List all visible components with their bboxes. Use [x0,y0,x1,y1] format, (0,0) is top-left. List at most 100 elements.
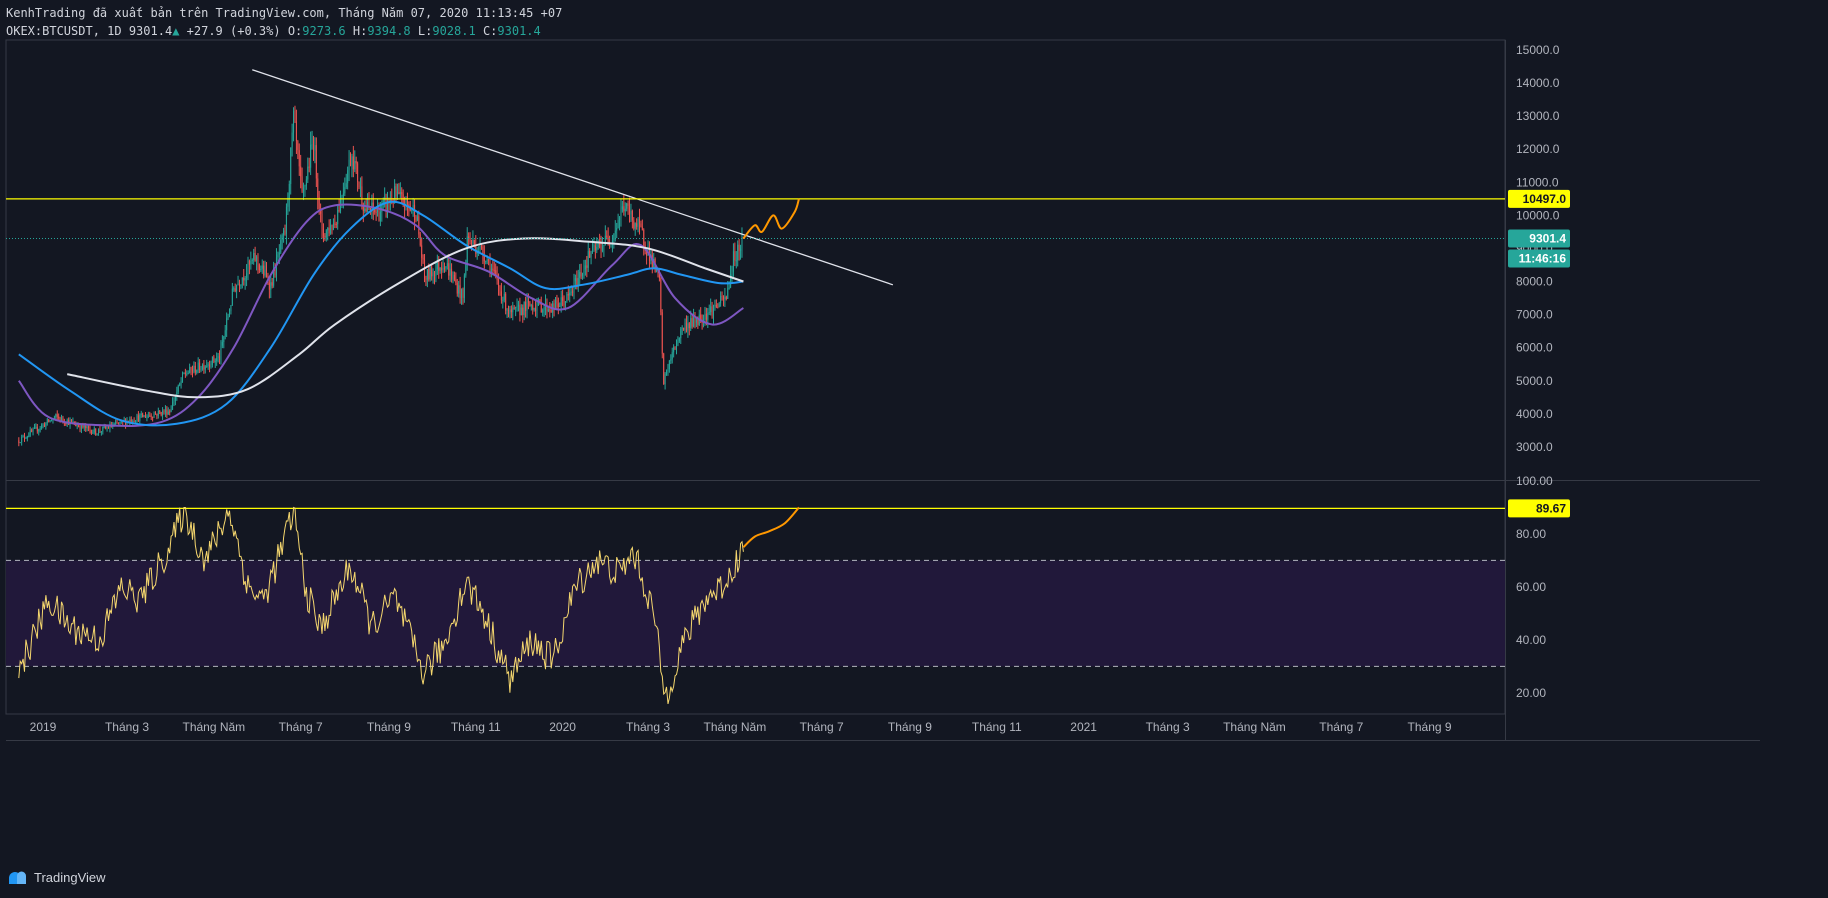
candle-body [301,176,303,192]
candle-body [570,291,572,293]
candle-body [718,303,720,308]
time-tick-label: Tháng Năm [1223,720,1286,734]
candle-body [406,196,408,205]
candle-body [508,309,510,314]
candle-body [395,186,397,196]
candle-body [228,311,230,317]
candle-body [582,273,584,277]
candle-body [291,132,293,148]
candle-body [180,381,182,384]
candle-body [677,341,679,346]
candle-body [119,421,121,424]
candle-body [149,415,151,417]
candle-body [613,233,615,241]
candle-body [399,192,401,195]
candle-body [619,218,621,220]
candle-body [426,268,428,280]
candle-body [375,212,377,214]
candle-body [418,216,420,235]
candle-body [129,419,131,422]
candle-body [492,268,494,271]
candle-body [351,156,353,166]
candle-body [542,309,544,313]
candle-body [600,245,602,252]
candle-body [448,263,450,276]
candle-body [505,293,507,311]
candle-body [364,208,366,212]
candle-body [334,223,336,225]
candle-body [179,383,181,386]
candle-body [300,166,302,177]
price-axis[interactable]: 3000.04000.05000.06000.07000.08000.09000… [1516,43,1560,700]
candle-body [29,430,31,436]
candle-body [137,415,139,421]
candle-body [277,254,279,258]
price-tick-label: 10000.0 [1516,208,1560,222]
chart-canvas[interactable]: 3000.04000.05000.06000.07000.08000.09000… [0,0,1828,898]
candle-body [294,110,296,122]
candles [18,105,744,447]
rsi-tick-label: 100.00 [1516,474,1553,488]
candle-body [369,208,371,210]
candle-body [182,373,184,382]
time-tick-label: Tháng 9 [1408,720,1452,734]
candle-body [626,203,628,209]
candle-body [227,316,229,319]
candle-body [53,417,55,419]
candle-body [451,268,453,280]
candle-body [167,411,169,415]
candle-body [92,432,94,434]
candle-body [260,268,262,271]
candle-body [33,427,35,429]
candle-body [525,301,527,311]
candle-body [463,275,465,298]
candle-body [43,424,45,427]
candle-body [708,312,710,314]
candle-body [226,318,228,331]
candle-body [102,426,104,432]
candle-body [133,421,135,423]
candle-body [35,426,37,428]
tradingview-logo[interactable]: TradingView [8,870,106,885]
candle-body [196,370,198,373]
candle-body [606,235,608,238]
time-axis[interactable]: 2019 Tháng 3 Tháng Năm Tháng 7 Tháng 9 Tháng … [30,720,1452,734]
candle-body [314,145,316,151]
time-tick-label: Tháng 7 [1319,720,1363,734]
candle-body [378,208,380,222]
candle-body [580,272,582,277]
candle-body [710,306,712,313]
candle-body [18,440,20,443]
resistance-price-tag: 10497.0 [1508,189,1570,208]
candle-body [284,230,286,234]
candle-body [90,430,92,434]
candle-body [193,365,195,372]
candle-body [557,303,559,307]
candle-body [85,425,87,429]
candle-body [675,345,677,350]
candle-body [207,364,209,366]
candle-body [95,428,97,435]
candle-body [471,241,473,244]
candle-body [308,166,310,168]
candle-body [209,364,211,368]
candle-body [156,413,158,416]
candle-body [584,265,586,270]
candle-body [592,245,594,254]
candle-body [435,269,437,276]
candle-body [671,352,673,360]
candle-body [214,361,216,363]
price-tick-label: 7000.0 [1516,308,1553,322]
candle-body [724,296,726,300]
candle-body [58,416,60,419]
drawings[interactable] [6,69,1505,286]
candle-body [722,296,724,300]
candle-body [143,415,145,418]
candle-body [41,425,43,429]
candle-body [623,206,625,212]
candle-body [157,410,159,416]
candle-body [401,192,403,195]
candle-body [740,248,742,251]
candle-body [414,205,416,221]
candle-body [204,366,206,370]
